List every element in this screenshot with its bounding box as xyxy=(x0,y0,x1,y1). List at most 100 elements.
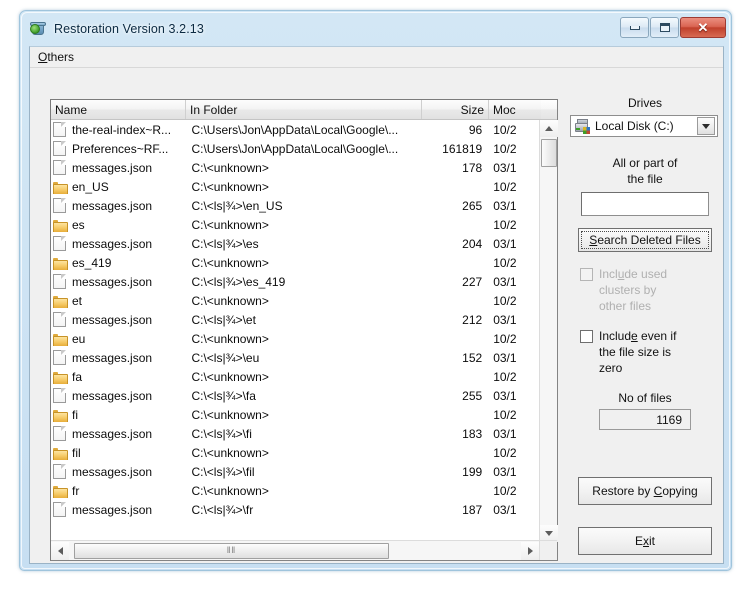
file-name: messages.json xyxy=(72,350,153,365)
exit-button[interactable]: Exit xyxy=(578,527,712,555)
cell-in-folder: C:\<ls|¾>\fi xyxy=(191,426,252,441)
maximize-button[interactable] xyxy=(650,17,679,38)
file-name: messages.json xyxy=(72,160,153,175)
cell-size: 255 xyxy=(462,388,483,403)
file-filter-label-line1: All or part of xyxy=(612,156,678,170)
restore-pre: Restore by xyxy=(592,484,654,498)
cell-in-folder: C:\<unknown> xyxy=(191,179,269,194)
drive-select-value: Local Disk (C:) xyxy=(595,119,674,133)
cell-modified: 03/1 xyxy=(493,236,517,251)
table-row[interactable]: messages.json C:\<ls|¾>\es_419 227 03/1 xyxy=(51,272,539,291)
line1-post: even if xyxy=(637,329,677,343)
line3: zero xyxy=(599,361,623,375)
table-row[interactable]: messages.json C:\<unknown> 178 03/1 xyxy=(51,158,539,177)
include-zero-size-label: Include even if the file size is zero xyxy=(599,328,676,376)
chevron-down-icon xyxy=(545,531,553,536)
horizontal-scrollbar-thumb[interactable]: ‖‖ xyxy=(74,542,389,559)
include-used-clusters-checkbox[interactable] xyxy=(580,268,593,281)
cell-size: 265 xyxy=(462,198,483,213)
cell-in-folder: C:\<unknown> xyxy=(191,217,269,232)
cell-name: fr xyxy=(51,484,185,498)
cell-modified: 10/2 xyxy=(493,122,517,137)
file-list-view[interactable]: Name In Folder Size Moc the-real-index~R… xyxy=(50,99,558,561)
file-name: messages.json xyxy=(72,426,153,441)
window-controls: ✕ xyxy=(619,17,726,38)
vertical-scrollbar[interactable] xyxy=(539,120,558,542)
cell-name: fi xyxy=(51,408,185,422)
scroll-left-button[interactable] xyxy=(51,541,69,560)
table-row[interactable]: fr C:\<unknown> 10/2 xyxy=(51,481,539,500)
table-row[interactable]: messages.json C:\<ls|¾>\fil 199 03/1 xyxy=(51,462,539,481)
cell-in-folder: C:\<unknown> xyxy=(191,369,269,384)
file-icon xyxy=(53,274,66,289)
table-row[interactable]: es_419 C:\<unknown> 10/2 xyxy=(51,253,539,272)
drive-select[interactable]: Local Disk (C:) xyxy=(570,115,718,137)
table-row[interactable]: et C:\<unknown> 10/2 xyxy=(51,291,539,310)
column-header-size[interactable]: Size xyxy=(422,100,489,119)
cell-name: eu xyxy=(51,332,185,346)
horizontal-scrollbar-track[interactable]: ‖‖ xyxy=(69,542,521,560)
cell-modified: 10/2 xyxy=(493,407,517,422)
table-row[interactable]: Preferences~RF... C:\Users\Jon\AppData\Lo… xyxy=(51,139,539,158)
scroll-right-button[interactable] xyxy=(521,541,539,560)
table-row[interactable]: fil C:\<unknown> 10/2 xyxy=(51,443,539,462)
table-row[interactable]: messages.json C:\<ls|¾>\fa 255 03/1 xyxy=(51,386,539,405)
restore-by-copying-button[interactable]: Restore by Copying xyxy=(578,477,712,505)
table-row[interactable]: es C:\<unknown> 10/2 xyxy=(51,215,539,234)
file-name: messages.json xyxy=(72,274,153,289)
cell-in-folder: C:\<unknown> xyxy=(191,445,269,460)
minimize-button[interactable] xyxy=(620,17,649,38)
table-row[interactable]: messages.json C:\<ls|¾>\es 204 03/1 xyxy=(51,234,539,253)
cell-size: 183 xyxy=(462,426,483,441)
cell-in-folder: C:\<unknown> xyxy=(191,255,269,270)
cell-name: fa xyxy=(51,370,185,384)
chevron-left-icon xyxy=(57,546,63,555)
column-header-modified[interactable]: Moc xyxy=(489,100,541,119)
include-used-clusters-checkbox-group[interactable]: Include used clusters by other files xyxy=(570,266,720,314)
column-header-in-folder[interactable]: In Folder xyxy=(186,100,422,119)
include-zero-size-checkbox-group[interactable]: Include even if the file size is zero xyxy=(570,328,720,376)
cell-in-folder: C:\Users\Jon\AppData\Local\Google\... xyxy=(191,141,399,156)
cell-size: 204 xyxy=(462,236,483,251)
folder-icon xyxy=(53,371,68,384)
vertical-scrollbar-thumb[interactable] xyxy=(541,139,557,167)
cell-modified: 10/2 xyxy=(493,331,517,346)
cell-modified: 10/2 xyxy=(493,217,517,232)
cell-name: et xyxy=(51,294,185,308)
close-icon: ✕ xyxy=(697,20,709,35)
accel-s: S xyxy=(589,233,598,247)
table-row[interactable]: fa C:\<unknown> 10/2 xyxy=(51,367,539,386)
hard-disk-icon xyxy=(574,118,590,134)
menu-item-others[interactable]: Others xyxy=(30,48,81,66)
application-window: Restoration Version 3.2.13 ✕ Others Name… xyxy=(19,10,732,571)
table-row[interactable]: messages.json C:\<ls|¾>\eu 152 03/1 xyxy=(51,348,539,367)
scroll-up-button[interactable] xyxy=(540,120,558,137)
table-row[interactable]: messages.json C:\<ls|¾>\fr 187 03/1 xyxy=(51,500,539,519)
folder-icon xyxy=(53,485,68,498)
table-row[interactable]: eu C:\<unknown> 10/2 xyxy=(51,329,539,348)
cell-name: the-real-index~R... xyxy=(51,122,185,137)
table-row[interactable]: the-real-index~R... C:\Users\Jon\AppData\… xyxy=(51,120,539,139)
cell-modified: 10/2 xyxy=(493,445,517,460)
file-name: messages.json xyxy=(72,312,153,327)
cell-modified: 03/1 xyxy=(493,502,517,517)
horizontal-scrollbar[interactable]: ‖‖ xyxy=(51,540,539,560)
file-count-value: 1169 xyxy=(599,409,691,430)
table-row[interactable]: messages.json C:\<ls|¾>\en_US 265 03/1 xyxy=(51,196,539,215)
table-row[interactable]: fi C:\<unknown> 10/2 xyxy=(51,405,539,424)
chevron-down-icon[interactable] xyxy=(697,117,715,135)
column-header-name[interactable]: Name xyxy=(51,100,186,119)
search-deleted-files-button[interactable]: Search Deleted Files xyxy=(578,228,712,252)
table-row[interactable]: messages.json C:\<ls|¾>\et 212 03/1 xyxy=(51,310,539,329)
close-button[interactable]: ✕ xyxy=(680,17,726,38)
title-bar: Restoration Version 3.2.13 ✕ xyxy=(23,14,730,43)
file-filter-input[interactable] xyxy=(581,192,709,216)
table-row[interactable]: en_US C:\<unknown> 10/2 xyxy=(51,177,539,196)
folder-icon xyxy=(53,219,68,232)
file-name: es_419 xyxy=(72,255,112,270)
cell-in-folder: C:\<ls|¾>\es xyxy=(191,236,259,251)
file-name: messages.json xyxy=(72,464,153,479)
table-row[interactable]: messages.json C:\<ls|¾>\fi 183 03/1 xyxy=(51,424,539,443)
drives-label: Drives xyxy=(627,96,662,110)
include-zero-size-checkbox[interactable] xyxy=(580,330,593,343)
